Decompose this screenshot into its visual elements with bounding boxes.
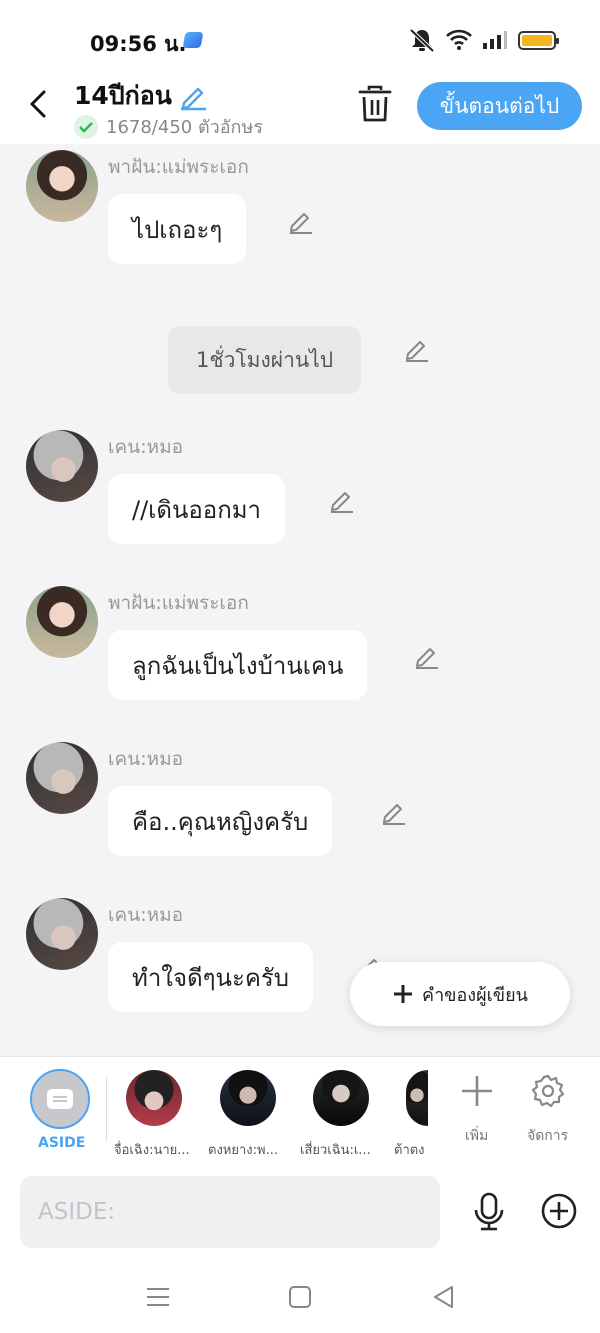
message-bubble[interactable]: ลูกฉันเป็นไงบ้านเคน — [108, 630, 368, 700]
aside-character[interactable] — [30, 1069, 90, 1129]
character-avatar[interactable] — [313, 1070, 369, 1126]
character-bar: ASIDE จื่อเฉิง:นาย... ตงหยาง:พ... เสี่ยว… — [0, 1056, 600, 1164]
author-note-label: คำของผู้เขียน — [422, 984, 528, 1006]
avatar[interactable] — [26, 586, 98, 658]
editor-header: 14ปีก่อน 1678/450 ตัวอักษร ขั้นตอนต่อไป — [0, 72, 600, 144]
status-bar: 09:56 น. — [0, 0, 600, 80]
speaker-name: เคน:หมอ — [108, 436, 184, 458]
divider — [106, 1077, 107, 1141]
message-bubble[interactable]: ไปเถอะๆ — [108, 194, 247, 264]
app-notification-icon — [182, 32, 204, 48]
avatar[interactable] — [26, 430, 98, 502]
status-icons — [408, 27, 559, 53]
message-text: ลูกฉันเป็นไงบ้านเคน — [132, 651, 344, 680]
speaker-name: เคน:หมอ — [108, 748, 184, 770]
char-count-text: 1678/450 ตัวอักษร — [106, 117, 263, 138]
story-title-text: 14ปีก่อน — [74, 81, 172, 110]
narration-bubble[interactable]: 1ชั่วโมงผ่านไป — [168, 326, 362, 394]
message-text: คือ..คุณหญิงครับ — [132, 807, 309, 836]
signal-icon — [483, 31, 507, 49]
character-name: ต้าตง — [394, 1143, 425, 1158]
add-character-label[interactable]: เพิ่ม — [465, 1125, 488, 1147]
edit-pencil-icon[interactable] — [288, 208, 314, 234]
character-name: ตงหยาง:พ... — [208, 1143, 278, 1158]
microphone-icon[interactable] — [470, 1192, 508, 1232]
message-text: //เดินออกมา — [132, 495, 262, 524]
menu-icon[interactable] — [144, 1284, 172, 1310]
mute-icon — [409, 28, 435, 53]
back-triangle-icon[interactable] — [430, 1284, 458, 1310]
character-avatar[interactable] — [406, 1070, 428, 1126]
character-name: จื่อเฉิง:นาย... — [114, 1143, 190, 1158]
system-nav-bar — [0, 1260, 600, 1333]
story-title[interactable]: 14ปีก่อน — [74, 76, 208, 116]
character-avatar[interactable] — [126, 1070, 182, 1126]
avatar[interactable] — [26, 742, 98, 814]
character-name: เสี่ยวเฉิน:เ... — [300, 1143, 371, 1158]
chat-area[interactable]: พาฝัน:แม่พระเอก ไปเถอะๆ 1ชั่วโมงผ่านไป เ… — [0, 144, 600, 1056]
narration-text: 1ชั่วโมงผ่านไป — [196, 347, 334, 372]
status-time: 09:56 น. — [90, 32, 187, 56]
check-icon — [74, 114, 98, 139]
character-avatar[interactable] — [220, 1070, 276, 1126]
speaker-name: พาฝัน:แม่พระเอก — [108, 156, 249, 178]
manage-label[interactable]: จัดการ — [527, 1125, 568, 1147]
aside-label: ASIDE — [38, 1135, 86, 1151]
message-bubble[interactable]: //เดินออกมา — [108, 474, 286, 544]
next-step-button[interactable]: ขั้นตอนต่อไป — [417, 82, 582, 130]
avatar[interactable] — [26, 150, 98, 222]
speaker-name: เคน:หมอ — [108, 904, 184, 926]
message-text: ทำใจดีๆนะครับ — [132, 963, 290, 992]
back-arrow-icon[interactable] — [22, 86, 52, 122]
message-bubble[interactable]: ทำใจดีๆนะครับ — [108, 942, 314, 1012]
battery-icon — [518, 30, 559, 50]
edit-title-pencil-icon[interactable] — [178, 81, 208, 111]
add-circle-icon[interactable] — [541, 1193, 577, 1229]
input-bar — [0, 1164, 600, 1260]
edit-pencil-icon[interactable] — [414, 643, 440, 669]
trash-icon[interactable] — [356, 84, 394, 124]
settings-gear-icon[interactable] — [530, 1073, 566, 1109]
edit-pencil-icon[interactable] — [404, 336, 430, 362]
speaker-name: พาฝัน:แม่พระเอก — [108, 592, 249, 614]
message-icon — [47, 1089, 73, 1109]
edit-pencil-icon[interactable] — [329, 487, 355, 513]
edit-pencil-icon[interactable] — [381, 799, 407, 825]
message-input[interactable] — [20, 1176, 440, 1248]
avatar[interactable] — [26, 898, 98, 970]
add-character-icon[interactable] — [459, 1073, 495, 1109]
message-bubble[interactable]: คือ..คุณหญิงครับ — [108, 786, 333, 856]
author-note-button[interactable]: คำของผู้เขียน — [350, 962, 570, 1026]
character-count: 1678/450 ตัวอักษร — [74, 112, 263, 141]
home-square-icon[interactable] — [286, 1284, 314, 1310]
plus-icon — [394, 985, 413, 1003]
message-text: ไปเถอะๆ — [132, 215, 223, 244]
wifi-icon — [446, 29, 472, 50]
